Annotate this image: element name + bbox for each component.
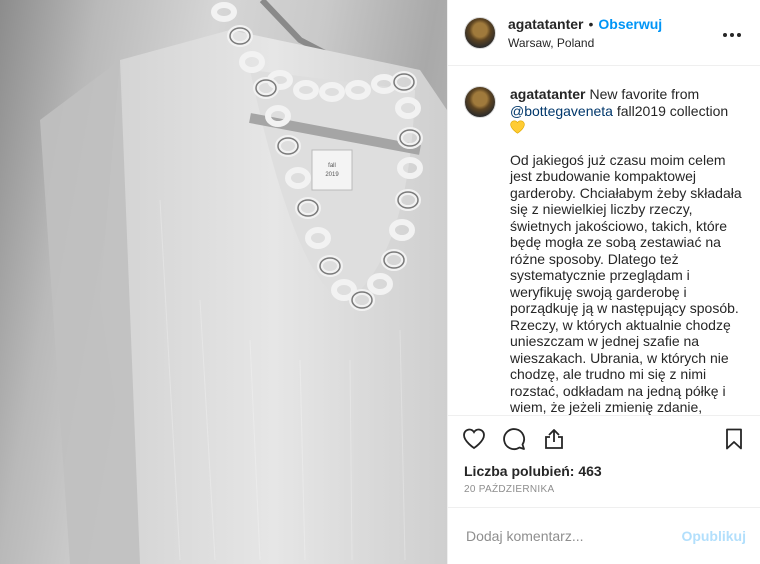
bookmark-icon[interactable] [722,427,746,451]
action-bar [448,416,760,462]
publish-button[interactable]: Opublikuj [681,528,746,544]
comment-icon[interactable] [502,427,526,451]
post-dialog: fall 2019 agatatanter • Obserwuj Warsaw,… [0,0,760,564]
author-avatar[interactable] [464,16,496,49]
garment-tag [311,149,353,191]
caption-intro: New favorite from [589,86,700,102]
comments-section[interactable]: agatatanter New favorite from @bottegaven… [448,66,760,416]
post-header: agatatanter • Obserwuj Warsaw, Poland [448,0,760,66]
post-location[interactable]: Warsaw, Poland [508,35,720,51]
caption-username[interactable]: agatatanter [510,86,585,102]
follow-button[interactable]: Obserwuj [598,15,662,33]
caption-collection: fall2019 collection [616,102,729,119]
share-icon[interactable] [542,427,566,451]
more-horizontal-icon[interactable] [720,22,744,43]
caption-avatar[interactable] [464,86,496,118]
likes-count[interactable]: Liczba polubień: 463 [448,462,760,480]
svg-text:fall: fall [328,163,336,169]
caption-mention[interactable]: @bottegaveneta [510,103,613,119]
add-comment-bar: Opublikuj [448,508,760,564]
post-date[interactable]: 20 PAŹDZIERNIKA [448,480,760,508]
comment-input[interactable] [464,527,682,545]
caption-text: agatatanter New favorite from @bottegaven… [510,86,744,416]
separator-dot: • [588,15,594,32]
yellow-heart-icon [510,120,525,134]
post-sidebar: agatatanter • Obserwuj Warsaw, Poland ag… [447,0,760,564]
heart-outline-icon[interactable] [462,427,486,451]
caption-paragraph: Od jakiegoś już czasu moim celem jest zb… [510,151,742,416]
author-username[interactable]: agatatanter [508,15,583,33]
caption-comment: agatatanter New favorite from @bottegaven… [464,86,744,416]
svg-text:2019: 2019 [325,172,339,178]
author-info: agatatanter • Obserwuj Warsaw, Poland [508,15,720,51]
photo-illustration: fall 2019 [40,0,447,564]
post-photo[interactable]: fall 2019 [0,0,447,564]
